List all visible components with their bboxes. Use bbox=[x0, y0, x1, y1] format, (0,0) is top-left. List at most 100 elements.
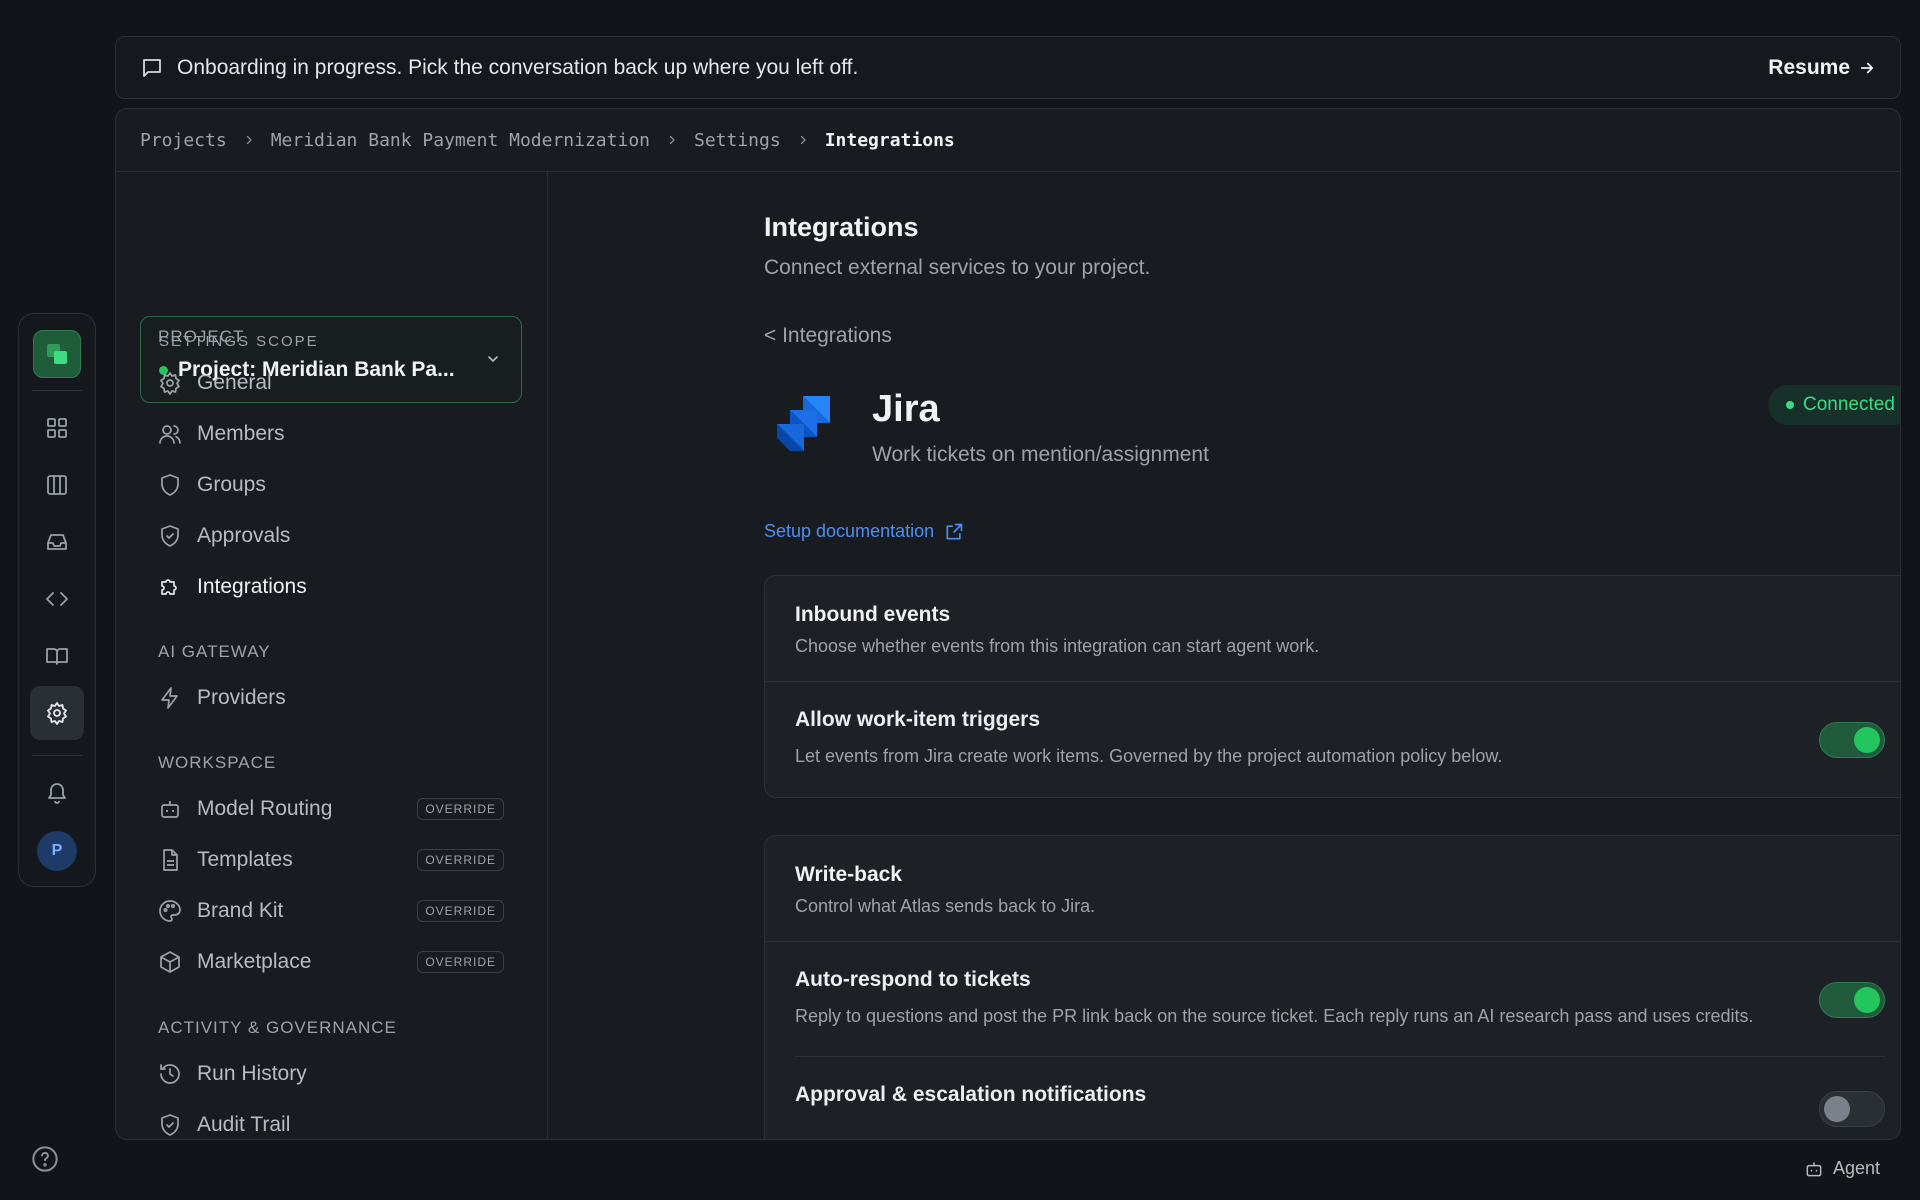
breadcrumb-projects[interactable]: Projects bbox=[140, 130, 227, 151]
sidebar-item-templates[interactable]: Templates OVERRIDE bbox=[158, 840, 504, 880]
sidebar-item-run-history[interactable]: Run History bbox=[158, 1054, 504, 1094]
chevron-right-icon bbox=[666, 134, 678, 146]
nav-section-project: PROJECT bbox=[158, 327, 245, 346]
write-back-card: Write-back Control what Atlas sends back… bbox=[764, 835, 1900, 1139]
toggle-knob bbox=[1824, 1096, 1850, 1122]
sidebar-item-label: Approvals bbox=[197, 524, 291, 547]
external-link-icon bbox=[946, 523, 963, 539]
gear-icon[interactable] bbox=[30, 686, 84, 740]
sidebar-item-label: Providers bbox=[197, 686, 286, 709]
nav-section-workspace: WORKSPACE bbox=[158, 753, 277, 772]
card-subtitle: Choose whether events from this integrat… bbox=[795, 636, 1320, 656]
setting-title: Approval & escalation notifications bbox=[795, 1083, 1147, 1106]
palette-icon bbox=[158, 899, 182, 923]
lightning-icon bbox=[158, 686, 182, 710]
breadcrumb-project[interactable]: Meridian Bank Payment Modernization bbox=[271, 130, 650, 151]
sidebar-item-integrations[interactable]: Integrations bbox=[158, 567, 504, 607]
integration-name: Jira bbox=[872, 388, 940, 430]
status-label: Connected bbox=[1803, 394, 1895, 415]
notifications-toggle[interactable] bbox=[1819, 1091, 1885, 1127]
setting-description: Reply to questions and post the PR link … bbox=[795, 1006, 1754, 1026]
file-icon bbox=[158, 848, 182, 872]
logo-icon[interactable] bbox=[33, 330, 81, 378]
sidebar-item-approvals[interactable]: Approvals bbox=[158, 516, 504, 556]
setting-row: Approval & escalation notifications bbox=[765, 1057, 1900, 1133]
sidebar-item-label: Audit Trail bbox=[197, 1113, 291, 1136]
arrow-right-icon bbox=[1860, 62, 1874, 73]
setup-docs-link[interactable]: Setup documentation bbox=[764, 521, 964, 542]
setting-row: Allow work-item triggers Let events from… bbox=[765, 682, 1900, 797]
sidebar-item-groups[interactable]: Groups bbox=[158, 465, 504, 505]
help-icon[interactable] bbox=[31, 1145, 59, 1173]
app-rail: P bbox=[18, 313, 96, 887]
nav-section-ai-gateway: AI GATEWAY bbox=[158, 642, 271, 661]
sidebar-item-members[interactable]: Members bbox=[158, 414, 504, 454]
avatar[interactable]: P bbox=[37, 831, 77, 871]
setting-title: Auto-respond to tickets bbox=[795, 968, 1031, 991]
content-area: Integrations Connect external services t… bbox=[549, 172, 1900, 1139]
sidebar-item-label: General bbox=[197, 371, 272, 394]
sidebar-item-providers[interactable]: Providers bbox=[158, 678, 504, 718]
rail-divider bbox=[32, 390, 82, 391]
setting-title: Allow work-item triggers bbox=[795, 708, 1041, 731]
package-icon bbox=[158, 950, 182, 974]
gear-icon bbox=[158, 371, 182, 395]
setting-row: Auto-respond to tickets Reply to questio… bbox=[765, 942, 1900, 1057]
sidebar-item-label: Model Routing bbox=[197, 797, 333, 820]
agent-button[interactable]: Agent bbox=[1804, 1158, 1880, 1179]
sidebar-item-label: Members bbox=[197, 422, 285, 445]
override-badge: OVERRIDE bbox=[417, 900, 504, 922]
status-dot bbox=[1786, 401, 1794, 409]
sidebar-item-label: Marketplace bbox=[197, 950, 312, 973]
card-subtitle: Control what Atlas sends back to Jira. bbox=[795, 896, 1096, 916]
card-header: Write-back Control what Atlas sends back… bbox=[765, 836, 1900, 942]
sidebar-item-model-routing[interactable]: Model Routing OVERRIDE bbox=[158, 789, 504, 829]
page-subtitle: Connect external services to your projec… bbox=[764, 256, 1151, 279]
onboarding-banner: Onboarding in progress. Pick the convers… bbox=[115, 36, 1901, 99]
resume-label: Resume bbox=[1768, 55, 1850, 79]
bell-icon[interactable] bbox=[30, 766, 84, 820]
resume-button[interactable]: Resume bbox=[1768, 56, 1876, 80]
sidebar-item-brand-kit[interactable]: Brand Kit OVERRIDE bbox=[158, 891, 504, 931]
agent-label: Agent bbox=[1833, 1158, 1881, 1178]
shield-check-icon bbox=[158, 1113, 182, 1137]
sidebar-item-general[interactable]: General bbox=[158, 363, 504, 403]
book-icon[interactable] bbox=[30, 629, 84, 683]
work-item-triggers-toggle[interactable] bbox=[1819, 721, 1885, 758]
setting-description: Let events from Jira create work items. … bbox=[795, 746, 1503, 766]
sidebar-item-marketplace[interactable]: Marketplace OVERRIDE bbox=[158, 942, 504, 982]
puzzle-icon bbox=[158, 575, 182, 599]
board-icon[interactable] bbox=[30, 458, 84, 512]
code-icon[interactable] bbox=[30, 572, 84, 626]
rail-divider bbox=[32, 755, 82, 756]
breadcrumb-settings[interactable]: Settings bbox=[694, 130, 781, 151]
card-title: Write-back bbox=[795, 863, 902, 886]
sidebar-item-label: Integrations bbox=[197, 575, 307, 598]
sidebar-item-label: Brand Kit bbox=[197, 899, 284, 922]
chevron-right-icon bbox=[797, 134, 809, 146]
page-title: Integrations bbox=[764, 212, 919, 242]
inbound-events-card: Inbound events Choose whether events fro… bbox=[764, 575, 1900, 798]
message-icon bbox=[140, 56, 164, 80]
override-badge: OVERRIDE bbox=[417, 951, 504, 973]
toggle-knob bbox=[1854, 726, 1880, 753]
toggle-knob bbox=[1854, 986, 1880, 1013]
override-badge: OVERRIDE bbox=[417, 798, 504, 820]
robot-icon bbox=[158, 797, 182, 821]
shield-icon bbox=[158, 473, 182, 497]
card-header: Inbound events Choose whether events fro… bbox=[765, 576, 1900, 682]
grid-icon[interactable] bbox=[30, 401, 84, 455]
back-link[interactable]: < Integrations bbox=[764, 324, 892, 348]
nav-section-activity: ACTIVITY & GOVERNANCE bbox=[158, 1018, 397, 1037]
auto-respond-toggle[interactable] bbox=[1819, 981, 1885, 1018]
sidebar-item-audit-trail[interactable]: Audit Trail bbox=[158, 1105, 504, 1139]
history-icon bbox=[158, 1062, 182, 1086]
breadcrumb: Projects Meridian Bank Payment Moderniza… bbox=[116, 109, 1900, 172]
inbox-icon[interactable] bbox=[30, 515, 84, 569]
jira-logo-icon bbox=[772, 394, 834, 456]
override-badge: OVERRIDE bbox=[417, 849, 504, 871]
robot-icon bbox=[1806, 1161, 1822, 1176]
shield-check-icon bbox=[158, 524, 182, 548]
integration-description: Work tickets on mention/assignment bbox=[872, 443, 1209, 466]
sidebar-item-label: Templates bbox=[197, 848, 293, 871]
